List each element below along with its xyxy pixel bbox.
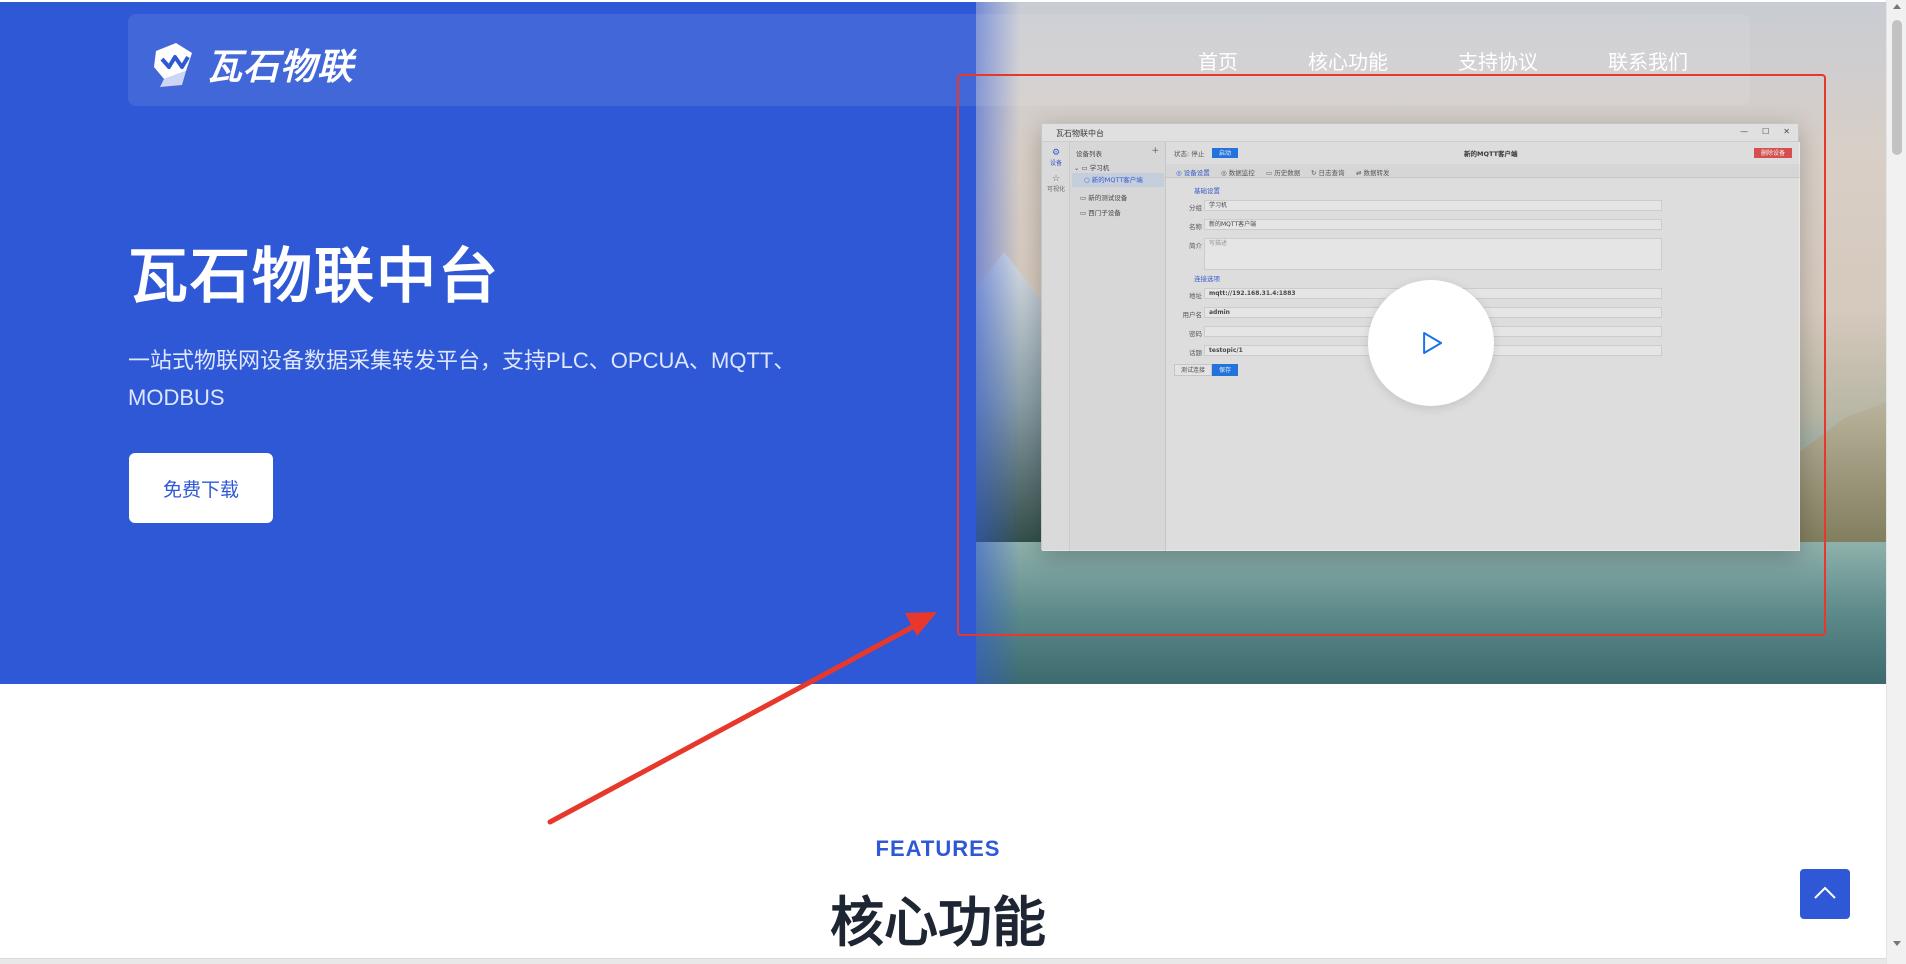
preview-field-label: 名称 xyxy=(1189,223,1202,231)
preview-field-textarea: 写描述 xyxy=(1204,238,1662,270)
preview-tab-label: 设备设置 xyxy=(1183,169,1210,177)
preview-field-label: 简介 xyxy=(1189,242,1202,250)
preview-tree-node-selected: ○ 新的MQTT客户端 xyxy=(1072,173,1164,187)
preview-tab: ◎ 设备设置 xyxy=(1176,169,1210,177)
page-scrollbar[interactable] xyxy=(1886,0,1906,964)
preview-section-conn: 连接选项 xyxy=(1194,275,1220,283)
nav-contact[interactable]: 联系我们 xyxy=(1608,46,1688,75)
back-to-top-button[interactable] xyxy=(1800,869,1850,919)
preview-field-label: 地址 xyxy=(1189,292,1202,300)
preview-field-box: 新的MQTT客户端 xyxy=(1204,219,1662,230)
preview-tab: ⇄ 数据转发 xyxy=(1356,169,1390,177)
brand-logo[interactable]: 瓦石物联 xyxy=(152,38,354,90)
minimize-icon: — xyxy=(1740,127,1749,136)
brand-name: 瓦石物联 xyxy=(206,46,355,87)
features-title: 核心功能 xyxy=(830,893,1046,953)
preview-test-button: 测试连接 xyxy=(1174,364,1213,376)
plus-icon: + xyxy=(1151,146,1159,156)
chevron-up-icon xyxy=(1814,886,1836,899)
preview-tab-label: 数据转发 xyxy=(1363,169,1390,177)
preview-tree-label: 新的测试设备 xyxy=(1088,194,1128,202)
preview-field-label: 话题 xyxy=(1189,349,1202,357)
preview-rail-visual: ☆ 可视化 xyxy=(1044,174,1068,193)
preview-titlebar: 瓦石物联中台 — ☐ ✕ xyxy=(1042,124,1798,142)
preview-status: 状态: 停止 xyxy=(1174,150,1205,158)
hero-subtitle: 一站式物联网设备数据采集转发平台，支持PLC、OPCUA、MQTT、MODBUS xyxy=(128,348,796,410)
preview-start-button: 启动 xyxy=(1212,148,1239,158)
preview-window-controls: — ☐ ✕ xyxy=(1740,127,1790,136)
preview-tree-node: ⌄ ▭ 学习机 xyxy=(1074,164,1110,172)
scrollbar-thumb[interactable] xyxy=(1892,20,1902,155)
preview-field-label: 分组 xyxy=(1189,204,1202,212)
nav-core-features[interactable]: 核心功能 xyxy=(1308,46,1388,75)
hero-title: 瓦石物联中台 xyxy=(128,243,500,310)
preview-tree-node: ▭ 西门子设备 xyxy=(1080,209,1121,217)
preview-tab: ◎ 数据监控 xyxy=(1221,169,1255,177)
preview-save-button: 保存 xyxy=(1212,364,1239,376)
preview-tab-label: 日志查询 xyxy=(1318,169,1345,177)
preview-tree-header: 设备列表 xyxy=(1076,150,1102,158)
close-icon: ✕ xyxy=(1783,127,1790,136)
preview-rail-label: 设备 xyxy=(1049,160,1062,167)
preview-tree-label: 新的MQTT客户端 xyxy=(1091,176,1143,184)
preview-tab-label: 数据监控 xyxy=(1228,169,1255,177)
preview-field-label: 密码 xyxy=(1189,330,1202,338)
gear-icon: ⚙ xyxy=(1051,148,1061,158)
download-button[interactable]: 免费下载 xyxy=(129,453,273,523)
preview-device-title: 新的MQTT客户端 xyxy=(1464,150,1518,158)
preview-tree-node: ▭ 新的测试设备 xyxy=(1080,194,1128,202)
preview-status-row: 状态: 停止 启动 新的MQTT客户端 删除设备 xyxy=(1174,148,1792,160)
preview-rail: ⚙ 设备 ☆ 可视化 xyxy=(1042,142,1070,551)
main-nav: 首页 核心功能 支持协议 联系我们 xyxy=(1198,46,1758,75)
preview-device-tree: 设备列表 + ⌄ ▭ 学习机 ○ 新的MQTT客户端 ▭ 新的测试设备 ▭ 西门… xyxy=(1070,142,1166,551)
features-eyebrow: FEATURES xyxy=(875,836,1001,861)
preview-tree-label: 西门子设备 xyxy=(1088,209,1121,217)
video-play-button[interactable] xyxy=(1368,280,1494,406)
logo-icon xyxy=(152,41,194,87)
preview-section-basic: 基础设置 xyxy=(1194,187,1220,195)
play-icon xyxy=(1423,332,1443,354)
preview-field-box: 学习机 xyxy=(1204,200,1662,211)
preview-rail-label: 可视化 xyxy=(1046,186,1065,193)
scroll-up-icon[interactable] xyxy=(1893,4,1901,9)
nav-home[interactable]: 首页 xyxy=(1198,46,1238,75)
preview-tab: ↻ 日志查询 xyxy=(1311,169,1345,177)
star-icon: ☆ xyxy=(1051,174,1061,184)
preview-delete-button: 删除设备 xyxy=(1753,148,1792,158)
horizontal-scrollbar xyxy=(0,958,1886,964)
maximize-icon: ☐ xyxy=(1762,127,1770,136)
nav-protocols[interactable]: 支持协议 xyxy=(1458,46,1538,75)
preview-tabs: ◎ 设备设置 ◎ 数据监控 ▭ 历史数据 ↻ 日志查询 ⇄ 数据转发 xyxy=(1166,164,1800,178)
preview-tab-label: 历史数据 xyxy=(1274,169,1301,177)
scroll-down-icon[interactable] xyxy=(1893,941,1901,946)
preview-tab: ▭ 历史数据 xyxy=(1266,169,1301,177)
preview-tree-label: 学习机 xyxy=(1089,164,1110,172)
preview-rail-devices: ⚙ 设备 xyxy=(1044,148,1068,167)
preview-window-title: 瓦石物联中台 xyxy=(1056,129,1104,138)
preview-field-label: 用户名 xyxy=(1182,311,1203,319)
page: 瓦石物联 首页 核心功能 支持协议 联系我们 瓦石物联中台 一站式物联网设备数据… xyxy=(0,0,1906,964)
lake-decoration xyxy=(976,542,1886,684)
